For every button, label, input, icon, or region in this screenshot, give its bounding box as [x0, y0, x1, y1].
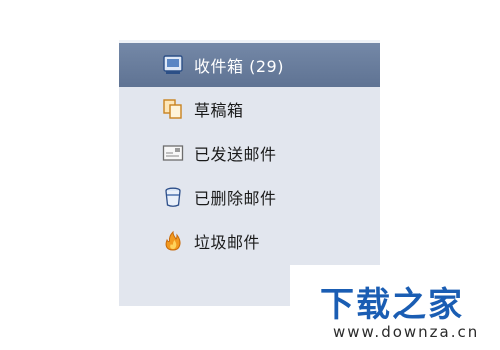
folder-label-inbox: 收件箱 (29) — [194, 57, 284, 76]
site-watermark: 下载之家 www.downza.cn — [290, 265, 500, 350]
folder-label-deleted: 已删除邮件 — [194, 189, 277, 208]
folder-item-deleted[interactable]: 已删除邮件 — [119, 175, 380, 219]
watermark-url: www.downza.cn — [333, 323, 480, 341]
screenshot-stage: 收件箱 (29) 草稿箱 已发送邮件 已删除邮件 垃圾邮件 下载之家 www.d… — [0, 0, 500, 350]
inbox-icon — [162, 54, 184, 76]
drafts-icon — [162, 98, 184, 120]
watermark-logo: 下载之家 — [320, 285, 464, 325]
folder-label-drafts: 草稿箱 — [194, 101, 244, 120]
trash-icon — [162, 186, 184, 208]
folder-item-drafts[interactable]: 草稿箱 — [119, 87, 380, 131]
folder-item-junk[interactable]: 垃圾邮件 — [119, 219, 380, 263]
folder-item-inbox[interactable]: 收件箱 (29) — [119, 43, 380, 87]
junk-mail-icon — [162, 230, 184, 252]
folder-label-junk: 垃圾邮件 — [194, 233, 261, 252]
folder-label-sent: 已发送邮件 — [194, 145, 277, 164]
folder-item-sent[interactable]: 已发送邮件 — [119, 131, 380, 175]
sent-mail-icon — [162, 142, 184, 164]
